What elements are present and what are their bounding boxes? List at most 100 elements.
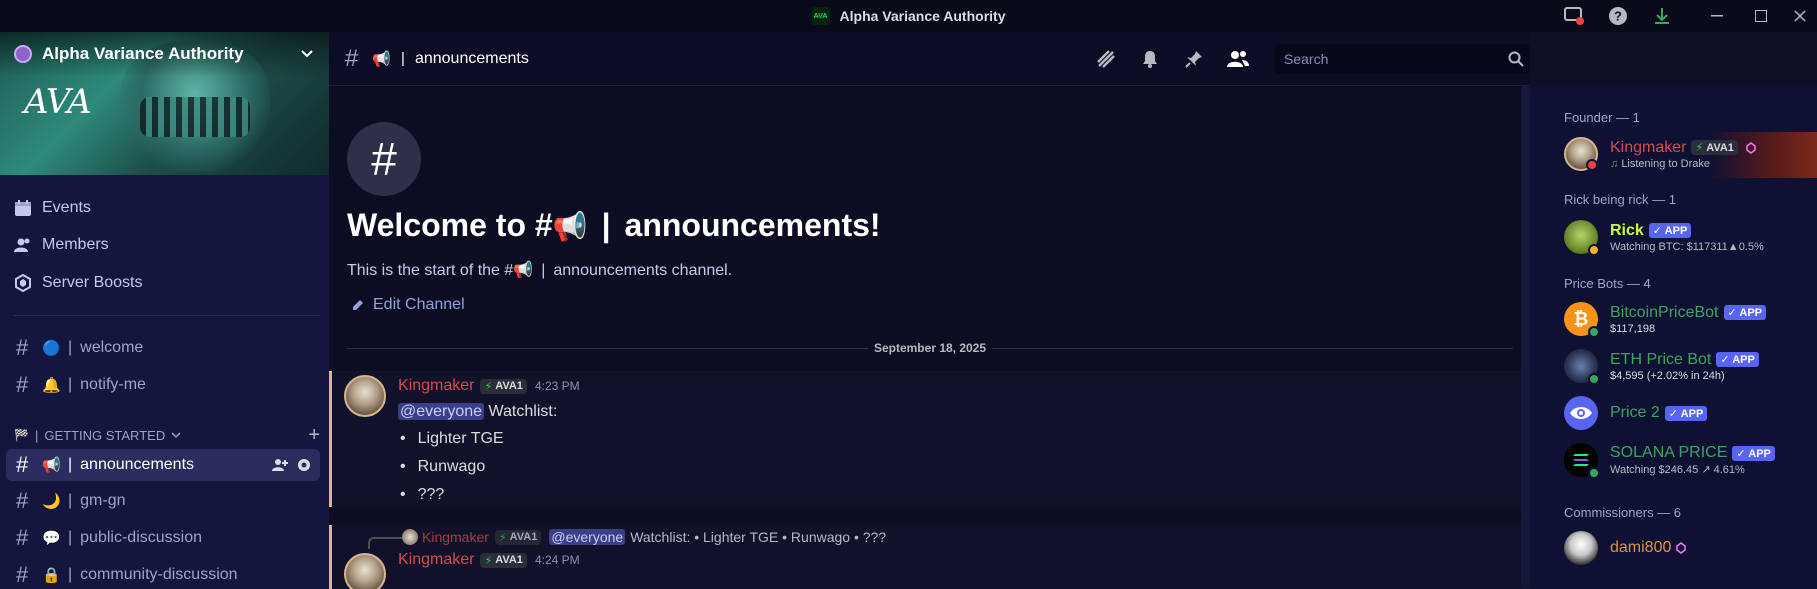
member-name: SOLANA PRICE <box>1610 444 1728 461</box>
member-kingmaker[interactable]: Kingmaker ⚡ AVA1 ♫ Listening to Drake <box>1564 133 1817 175</box>
channel-label: community-discussion <box>80 566 238 583</box>
list-item: Lighter TGE <box>398 425 504 453</box>
message-author[interactable]: Kingmaker <box>398 377 474 395</box>
member-group-header: Commissioners — 6 <box>1564 505 1682 520</box>
nav-boosts-label: Server Boosts <box>42 274 143 291</box>
member-price-2[interactable]: Price 2 ✓ APP <box>1564 392 1817 434</box>
channel-title: announcements <box>414 49 529 67</box>
solana-icon <box>1564 443 1600 479</box>
channel-gm-gn[interactable]: # 🌙 | gm-gn <box>6 485 320 517</box>
close-button[interactable] <box>1783 0 1817 32</box>
member-name: dami800 <box>1610 539 1672 556</box>
create-channel-button[interactable]: + <box>308 424 320 447</box>
channel-community-discussion[interactable]: # 🔒 | community-discussion <box>6 559 320 589</box>
member-group-header: Rick being rick — 1 <box>1564 192 1676 207</box>
reply-avatar <box>402 529 418 545</box>
avatar <box>1564 531 1598 565</box>
screen-share-icon[interactable] <box>1563 5 1585 27</box>
banner-art-detail <box>140 97 250 137</box>
channel-hash-avatar: # <box>347 122 421 196</box>
app-tag: ✓ APP <box>1723 305 1766 320</box>
maximize-button[interactable] <box>1739 0 1783 32</box>
member-activity: Listening to Drake <box>1621 157 1710 170</box>
chevron-down-icon[interactable] <box>300 46 314 63</box>
nav-members[interactable]: Members <box>14 231 109 259</box>
avatar[interactable] <box>344 553 386 589</box>
avatar <box>1564 137 1598 171</box>
threads-icon[interactable] <box>1094 47 1118 71</box>
date-divider-label: September 18, 2025 <box>867 341 993 355</box>
message-author[interactable]: Kingmaker <box>398 551 474 569</box>
member-list: Founder — 1 Kingmaker ⚡ AVA1 ♫ Listening … <box>1530 86 1817 589</box>
channel-notify-me[interactable]: # 🔔 | notify-me <box>6 369 320 401</box>
channel-label: notify-me <box>80 376 146 393</box>
channel-label: gm-gn <box>80 492 126 509</box>
list-item: ??? <box>398 481 504 509</box>
member-activity: Watching BTC: $117311▲0.5% <box>1610 240 1764 253</box>
channel-label: public-discussion <box>80 529 202 546</box>
chat-scrollbar[interactable] <box>1521 86 1530 589</box>
member-bitcoinpricebot[interactable]: ₿ BitcoinPriceBot ✓ APP $117,198 <box>1564 298 1817 340</box>
member-activity: $4,595 (+2.02% in 24h) <box>1610 369 1725 382</box>
bell-icon[interactable] <box>1138 47 1162 71</box>
message[interactable]: Kingmaker ⚡ AVA1 4:23 PM @everyone Watchl… <box>329 371 1530 507</box>
bolt-icon: ⚡ <box>498 531 507 544</box>
role-tag: ⚡ AVA1 <box>494 529 542 545</box>
member-solana-price[interactable]: SOLANA PRICE ✓ APP Watching $246.45 ↗ 4.… <box>1564 439 1817 481</box>
idle-status-icon <box>1588 244 1600 256</box>
minimize-button[interactable] <box>1695 0 1739 32</box>
channel-announcements[interactable]: # 📢 | announcements <box>6 449 320 481</box>
channel-emoji: 🌙 <box>42 493 61 510</box>
mention-everyone[interactable]: @everyone <box>549 529 626 545</box>
nav-members-label: Members <box>42 236 109 253</box>
server-header[interactable]: Alpha Variance Authority <box>14 44 314 64</box>
category-getting-started[interactable]: 🏁 | GETTING STARTED + <box>14 424 320 447</box>
channel-sidebar: Alpha Variance Authority AVA Events Memb… <box>0 32 329 589</box>
edit-channel-link[interactable]: Edit Channel <box>351 296 465 314</box>
dnd-status-icon <box>1586 159 1598 171</box>
pin-icon[interactable] <box>1182 47 1206 71</box>
search-input[interactable]: Search <box>1274 44 1530 74</box>
message[interactable]: Kingmaker ⚡ AVA1 @everyone Watchlist: • L… <box>329 525 1530 589</box>
nav-events[interactable]: Events <box>14 194 91 222</box>
svg-text:?: ? <box>1614 9 1622 24</box>
channel-emoji: 💬 <box>42 530 61 547</box>
member-dami800[interactable]: dami800 <box>1564 527 1817 569</box>
hash-icon: # <box>16 335 29 360</box>
app-tag: ✓ APP <box>1664 405 1708 421</box>
invite-icon[interactable] <box>272 457 288 473</box>
channel-emoji: 📢 <box>372 50 392 68</box>
hash-icon: # <box>16 452 29 477</box>
server-banner-logo: AVA <box>24 82 92 122</box>
message-content: @everyone Watchlist: <box>398 403 558 420</box>
reply-text: Watchlist: • Lighter TGE • Runwago • ??? <box>630 529 887 545</box>
member-list-icon[interactable] <box>1226 47 1250 71</box>
channel-emoji: 🔵 <box>42 340 61 357</box>
hash-icon: # <box>16 372 29 397</box>
help-icon[interactable]: ? <box>1607 5 1629 27</box>
avatar[interactable] <box>344 375 386 417</box>
member-activity: $117,198 <box>1610 322 1656 335</box>
channel-public-discussion[interactable]: # 💬 | public-discussion <box>6 522 320 554</box>
app-tag: ✓ APP <box>1716 352 1759 367</box>
member-eth-price-bot[interactable]: ETH Price Bot ✓ APP $4,595 (+2.02% in 24… <box>1564 345 1817 387</box>
eye-icon <box>1564 396 1598 430</box>
nav-server-boosts[interactable]: Server Boosts <box>14 269 142 297</box>
member-rick[interactable]: Rick ✓ APP Watching BTC: $117311▲0.5% <box>1564 216 1817 258</box>
member-group-header: Price Bots — 4 <box>1564 276 1651 291</box>
window-title: Alpha Variance Authority <box>839 8 1006 24</box>
role-tag: ⚡ AVA1 <box>480 378 527 394</box>
mention-everyone[interactable]: @everyone <box>398 403 485 420</box>
sidebar-divider <box>14 315 320 316</box>
download-icon[interactable] <box>1651 5 1673 27</box>
gear-icon[interactable] <box>296 457 312 473</box>
server-name: Alpha Variance Authority <box>42 44 244 63</box>
channel-label: welcome <box>80 339 144 356</box>
server-banner[interactable]: Alpha Variance Authority AVA <box>0 32 329 175</box>
app-logo-icon: AVA <box>811 7 830 25</box>
pencil-icon <box>353 300 363 310</box>
boost-gem-icon <box>1676 542 1687 554</box>
reply-preview[interactable]: Kingmaker ⚡ AVA1 @everyone Watchlist: • L… <box>402 529 886 545</box>
channel-welcome[interactable]: # 🔵 | welcome <box>6 332 320 364</box>
app-tag: ✓ APP <box>1648 223 1692 238</box>
